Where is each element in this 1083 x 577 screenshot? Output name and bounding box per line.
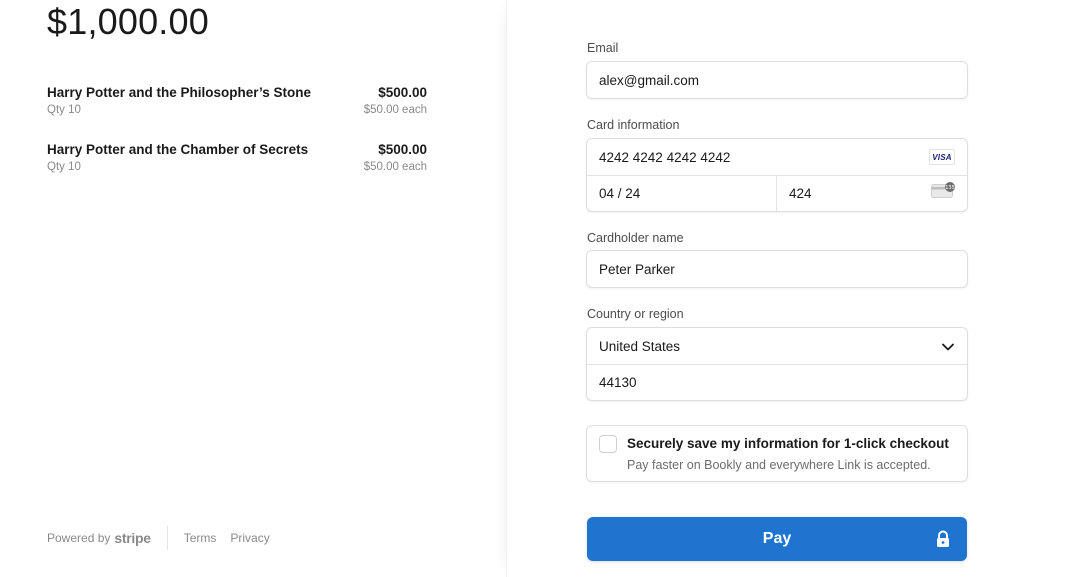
item-qty: Qty 10 (47, 161, 81, 173)
card-divider (587, 175, 967, 176)
card-number-input[interactable]: 4242 4242 4242 4242 (599, 150, 730, 165)
item-unit-price: $50.00 each (363, 161, 427, 173)
item-price: $500.00 (378, 85, 427, 100)
item-name: Harry Potter and the Chamber of Secrets (47, 142, 309, 157)
zip-input[interactable]: 44130 (599, 375, 637, 390)
privacy-link[interactable]: Privacy (230, 531, 269, 545)
line-item: Harry Potter and the Philosopher’s Stone… (47, 85, 427, 116)
lock-icon (937, 530, 949, 547)
save-info-box[interactable]: Securely save my information for 1-click… (586, 425, 968, 482)
pay-button[interactable]: Pay (587, 517, 967, 561)
save-info-subtitle: Pay faster on Bookly and everywhere Link… (627, 458, 931, 472)
footer-divider (166, 526, 168, 550)
stripe-logo[interactable]: stripe (114, 530, 151, 546)
svg-text:135: 135 (945, 185, 955, 191)
line-item: Harry Potter and the Chamber of Secrets … (47, 142, 427, 173)
card-cvc-input[interactable]: 424 (789, 186, 812, 201)
save-info-checkbox[interactable] (599, 435, 617, 453)
save-info-title: Securely save my information for 1-click… (627, 436, 949, 451)
powered-by-text: Powered by (47, 531, 111, 545)
email-value: alex@gmail.com (599, 73, 699, 88)
order-summary-panel: $1,000.00 Harry Potter and the Philosoph… (0, 0, 506, 577)
country-label: Country or region (587, 307, 684, 321)
card-expiry-input[interactable]: 04 / 24 (599, 186, 640, 201)
address-group: United States 44130 (586, 327, 968, 401)
item-name: Harry Potter and the Philosopher’s Stone (47, 85, 312, 100)
email-field[interactable]: alex@gmail.com (586, 61, 968, 99)
item-price: $500.00 (378, 142, 427, 157)
cardholder-value: Peter Parker (599, 262, 675, 277)
address-divider (587, 364, 967, 365)
chevron-down-icon[interactable] (941, 340, 955, 354)
card-info-label: Card information (587, 118, 680, 132)
cardholder-field[interactable]: Peter Parker (586, 250, 968, 288)
cardholder-label: Cardholder name (587, 231, 684, 245)
item-qty: Qty 10 (47, 104, 81, 116)
visa-card-icon: VISA (929, 149, 955, 165)
terms-link[interactable]: Terms (184, 531, 217, 545)
card-divider (776, 175, 777, 211)
card-info-group: 4242 4242 4242 4242 VISA 04 / 24 424 135 (586, 138, 968, 212)
order-total: $1,000.00 (47, 1, 209, 42)
pay-button-label: Pay (762, 530, 792, 547)
item-unit-price: $50.00 each (363, 104, 427, 116)
cvc-card-icon: 135 (931, 182, 955, 198)
country-select[interactable]: United States (599, 339, 680, 354)
footer: Powered by stripe Terms Privacy (47, 526, 284, 550)
email-label: Email (587, 41, 619, 55)
